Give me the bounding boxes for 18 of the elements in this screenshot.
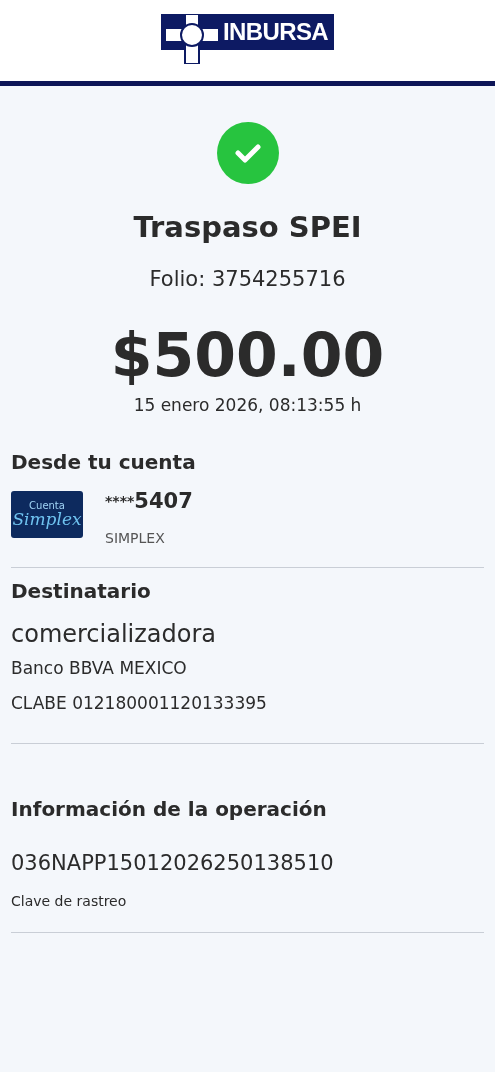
clabe-text: CLABE 012180001120133395 (11, 692, 268, 715)
tracking-label: Clave de rastreo (11, 892, 128, 911)
success-check-icon (216, 122, 279, 184)
transfer-title: Traspaso SPEI (133, 209, 362, 246)
folio-text: Folio: 3754255716 (149, 265, 346, 293)
card-brand: Simplex (12, 510, 82, 528)
account-number: ****5407 (105, 490, 193, 512)
amount-text: $500.00 (110, 325, 385, 385)
bank-name: Banco BBVA MEXICO (11, 656, 188, 680)
logo-text: INBURSA (222, 17, 329, 47)
tracking-key: 036NAPP15012026250138510 (11, 847, 484, 879)
account-type: SIMPLEX (105, 528, 166, 548)
card-label: Cuenta (29, 500, 65, 511)
date-text: 15 enero 2026, 08:13:55 h (133, 394, 362, 417)
section-heading: Información de la operación (11, 795, 328, 823)
section-heading: Desde tu cuenta (11, 448, 197, 476)
recipient-name: comercializadora (11, 618, 218, 650)
section-heading: Destinatario (11, 577, 152, 605)
